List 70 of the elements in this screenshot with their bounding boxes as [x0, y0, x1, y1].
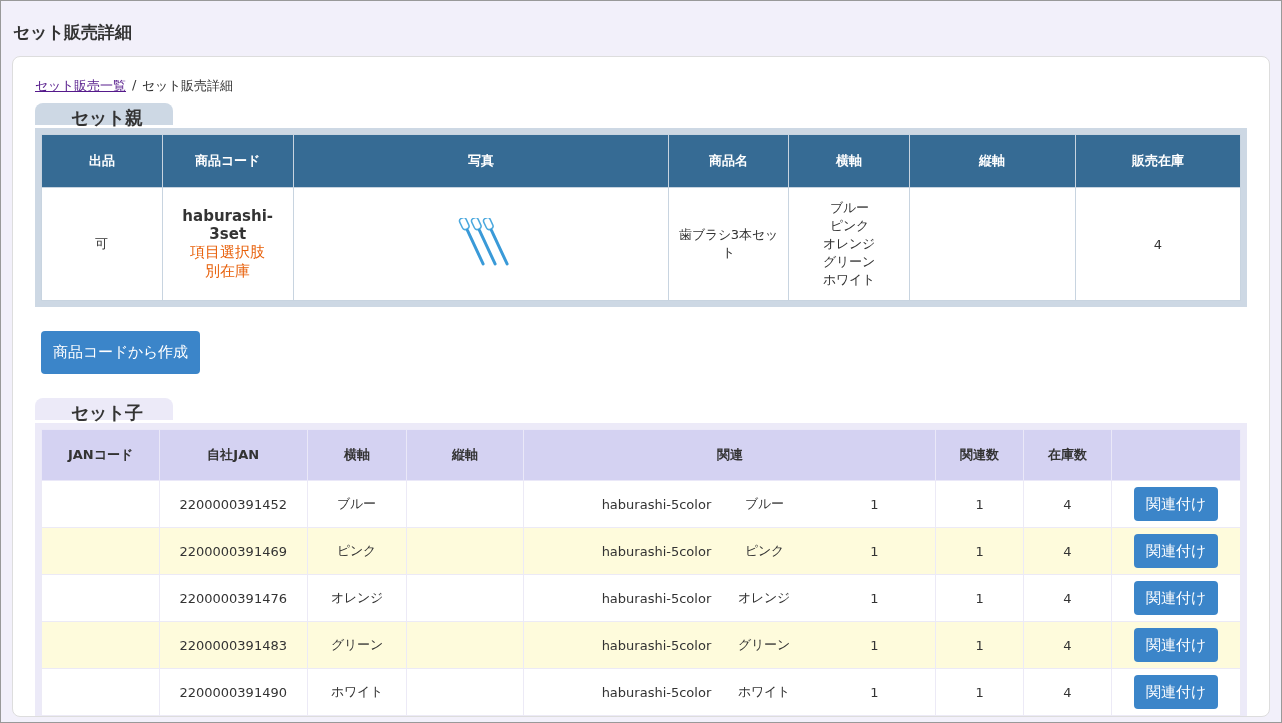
column-header: 関連数	[935, 429, 1024, 481]
table-cell: 1	[935, 527, 1024, 575]
note-text: 別在庫	[205, 262, 251, 281]
column-header: 出品	[41, 134, 163, 188]
column-header: 横軸	[788, 134, 910, 188]
table-cell: haburashi-5color	[523, 527, 716, 575]
table-cell: 1	[813, 480, 936, 528]
table-cell: haburashi-5color	[523, 668, 716, 716]
column-header: 商品名	[668, 134, 789, 188]
table-cell: 2200000391490	[159, 668, 308, 716]
column-header: 商品コード	[162, 134, 294, 188]
column-header: 関連	[523, 429, 936, 481]
column-header: 横軸	[307, 429, 407, 481]
column-header: 販売在庫	[1075, 134, 1241, 188]
table-cell: 1	[813, 668, 936, 716]
link-button[interactable]: 関連付け	[1133, 628, 1218, 662]
table-cell: 4	[1023, 480, 1112, 528]
link-button[interactable]: 関連付け	[1133, 675, 1218, 709]
table-cell: 4	[1023, 527, 1112, 575]
table-cell: 1	[935, 574, 1024, 622]
axis-value: ブルー	[828, 199, 870, 217]
table-cell: ブルー	[715, 480, 814, 528]
table-cell: 2200000391469	[159, 527, 308, 575]
table-cell: ピンク	[307, 527, 407, 575]
axis-value: ホワイト	[822, 271, 877, 289]
link-button[interactable]: 関連付け	[1133, 487, 1218, 521]
table-cell: ホワイト	[307, 668, 407, 716]
breadcrumb-link[interactable]: セット販売一覧	[35, 77, 126, 95]
create-button[interactable]: 商品コードから作成	[41, 331, 200, 374]
link-button[interactable]: 関連付け	[1133, 534, 1218, 568]
table-cell: haburashi-5color	[523, 574, 716, 622]
table-cell: 2200000391476	[159, 574, 308, 622]
table-cell: グリーン	[715, 621, 814, 669]
table-cell: ホワイト	[715, 668, 814, 716]
table-cell: オレンジ	[307, 574, 407, 622]
table-cell: haburashi-5color	[523, 480, 716, 528]
column-header: 縦軸	[909, 134, 1076, 188]
product-code: haburashi-3set	[181, 207, 275, 243]
table-cell: オレンジ	[715, 574, 814, 622]
breadcrumb-current: セット販売詳細	[142, 77, 234, 95]
table-cell: 4	[1075, 187, 1241, 301]
table-cell: 4	[1023, 574, 1112, 622]
table-cell: 1	[935, 668, 1024, 716]
note-text: 項目選択肢	[190, 243, 266, 262]
table-cell: 4	[1023, 668, 1112, 716]
table-cell: 1	[935, 621, 1024, 669]
column-header: 写真	[293, 134, 669, 188]
table-cell: ブルー	[307, 480, 407, 528]
table-cell: 1	[813, 574, 936, 622]
table-cell: ピンク	[715, 527, 814, 575]
table-cell: 2200000391483	[159, 621, 308, 669]
column-header: 自社JAN	[159, 429, 308, 481]
page-title: セット販売詳細	[12, 21, 133, 44]
column-header: JANコード	[41, 429, 160, 481]
table-cell: 1	[813, 527, 936, 575]
table-cell: 歯ブラシ3本セット	[668, 187, 789, 301]
table-cell: 1	[813, 621, 936, 669]
column-header: 在庫数	[1023, 429, 1112, 481]
column-header: 縦軸	[406, 429, 524, 481]
table-cell: haburashi-5color	[523, 621, 716, 669]
axis-value: ピンク	[828, 217, 870, 235]
table-cell: 2200000391452	[159, 480, 308, 528]
table-cell: 4	[1023, 621, 1112, 669]
table-cell: 可	[41, 187, 163, 301]
breadcrumb-separator: /	[132, 77, 137, 94]
table-cell: 1	[935, 480, 1024, 528]
link-button[interactable]: 関連付け	[1133, 581, 1218, 615]
axis-value: グリーン	[822, 253, 877, 271]
table-cell: グリーン	[307, 621, 407, 669]
axis-value: オレンジ	[822, 235, 877, 253]
